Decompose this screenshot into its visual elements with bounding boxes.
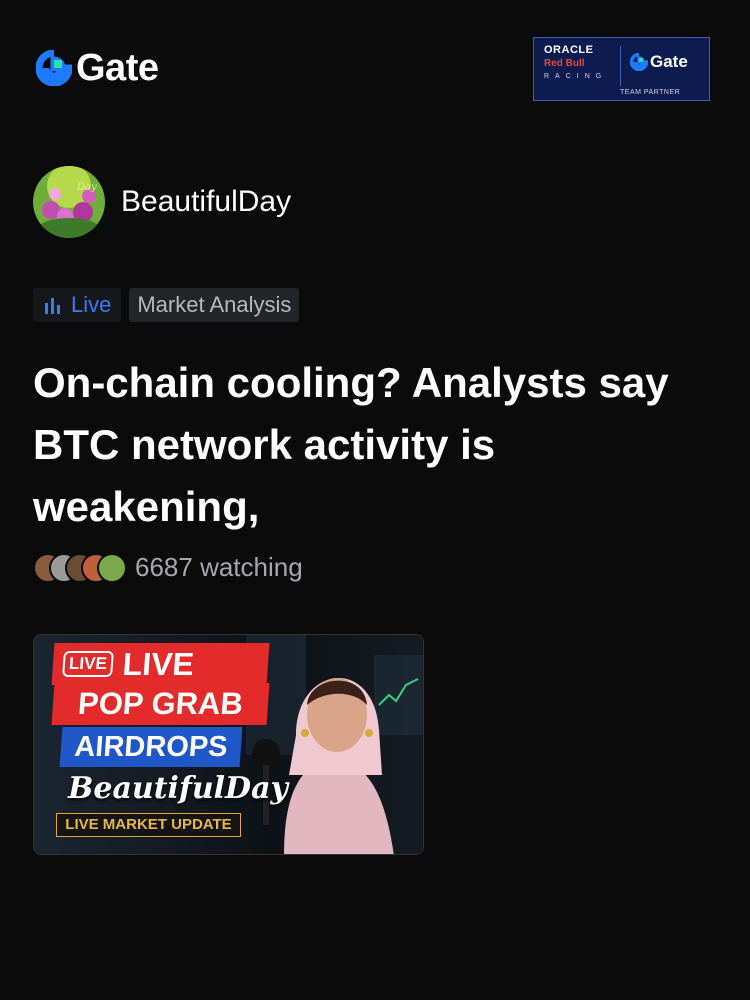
flower-avatar-icon: Day <box>33 166 105 238</box>
airdrops-banner: AIRDROPS <box>59 727 243 767</box>
thumbnail-script-name: BeautifulDay <box>68 771 288 806</box>
gate-mini-logo-icon <box>630 53 648 71</box>
post-tags: Live Market Analysis <box>33 288 300 322</box>
thumbnail-overlay: LIVE LIVE POP GRAB AIRDROPS BeautifulDay… <box>34 635 423 854</box>
live-pill: LIVE <box>62 651 114 677</box>
gate-logo-icon <box>36 50 72 86</box>
watching-count: 6687 watching <box>135 552 303 582</box>
live-bars-icon <box>45 298 60 314</box>
partner-redbull-text: Red Bull <box>544 58 585 69</box>
watcher-avatars <box>33 552 127 583</box>
author-avatar[interactable]: Day <box>33 166 105 238</box>
partner-racing-text: RACING <box>544 73 608 80</box>
partner-footer-text: TEAM PARTNER <box>620 89 681 96</box>
live-tag[interactable]: Live <box>33 288 122 322</box>
live-banner: LIVE LIVE <box>51 643 270 685</box>
svg-text:Day: Day <box>76 182 97 193</box>
gate-logo[interactable]: Gate <box>36 47 159 89</box>
partner-divider <box>620 46 621 86</box>
partner-gate-logo: Gate <box>630 52 688 72</box>
watchers-row: 6687 watching <box>33 552 303 583</box>
partner-gate-text: Gate <box>650 52 688 71</box>
post-title[interactable]: On-chain cooling? Analysts say BTC netwo… <box>33 352 723 538</box>
pop-grab-banner: POP GRAB <box>51 683 270 725</box>
team-partner-badge: ORACLE Red Bull RACING Gate TEAM PARTNER <box>533 37 710 101</box>
author-row[interactable]: Day BeautifulDay <box>33 166 291 238</box>
partner-oracle-text: ORACLE <box>544 44 594 56</box>
live-banner-text: LIVE <box>121 645 196 682</box>
watcher-avatar <box>97 552 127 583</box>
author-name[interactable]: BeautifulDay <box>121 185 291 219</box>
gate-logo-text: Gate <box>76 47 159 89</box>
market-update-bar: LIVE MARKET UPDATE <box>56 813 241 837</box>
live-tag-label: Live <box>71 292 112 317</box>
category-tag[interactable]: Market Analysis <box>129 288 300 322</box>
stream-thumbnail[interactable]: LIVE LIVE POP GRAB AIRDROPS BeautifulDay… <box>33 634 424 855</box>
